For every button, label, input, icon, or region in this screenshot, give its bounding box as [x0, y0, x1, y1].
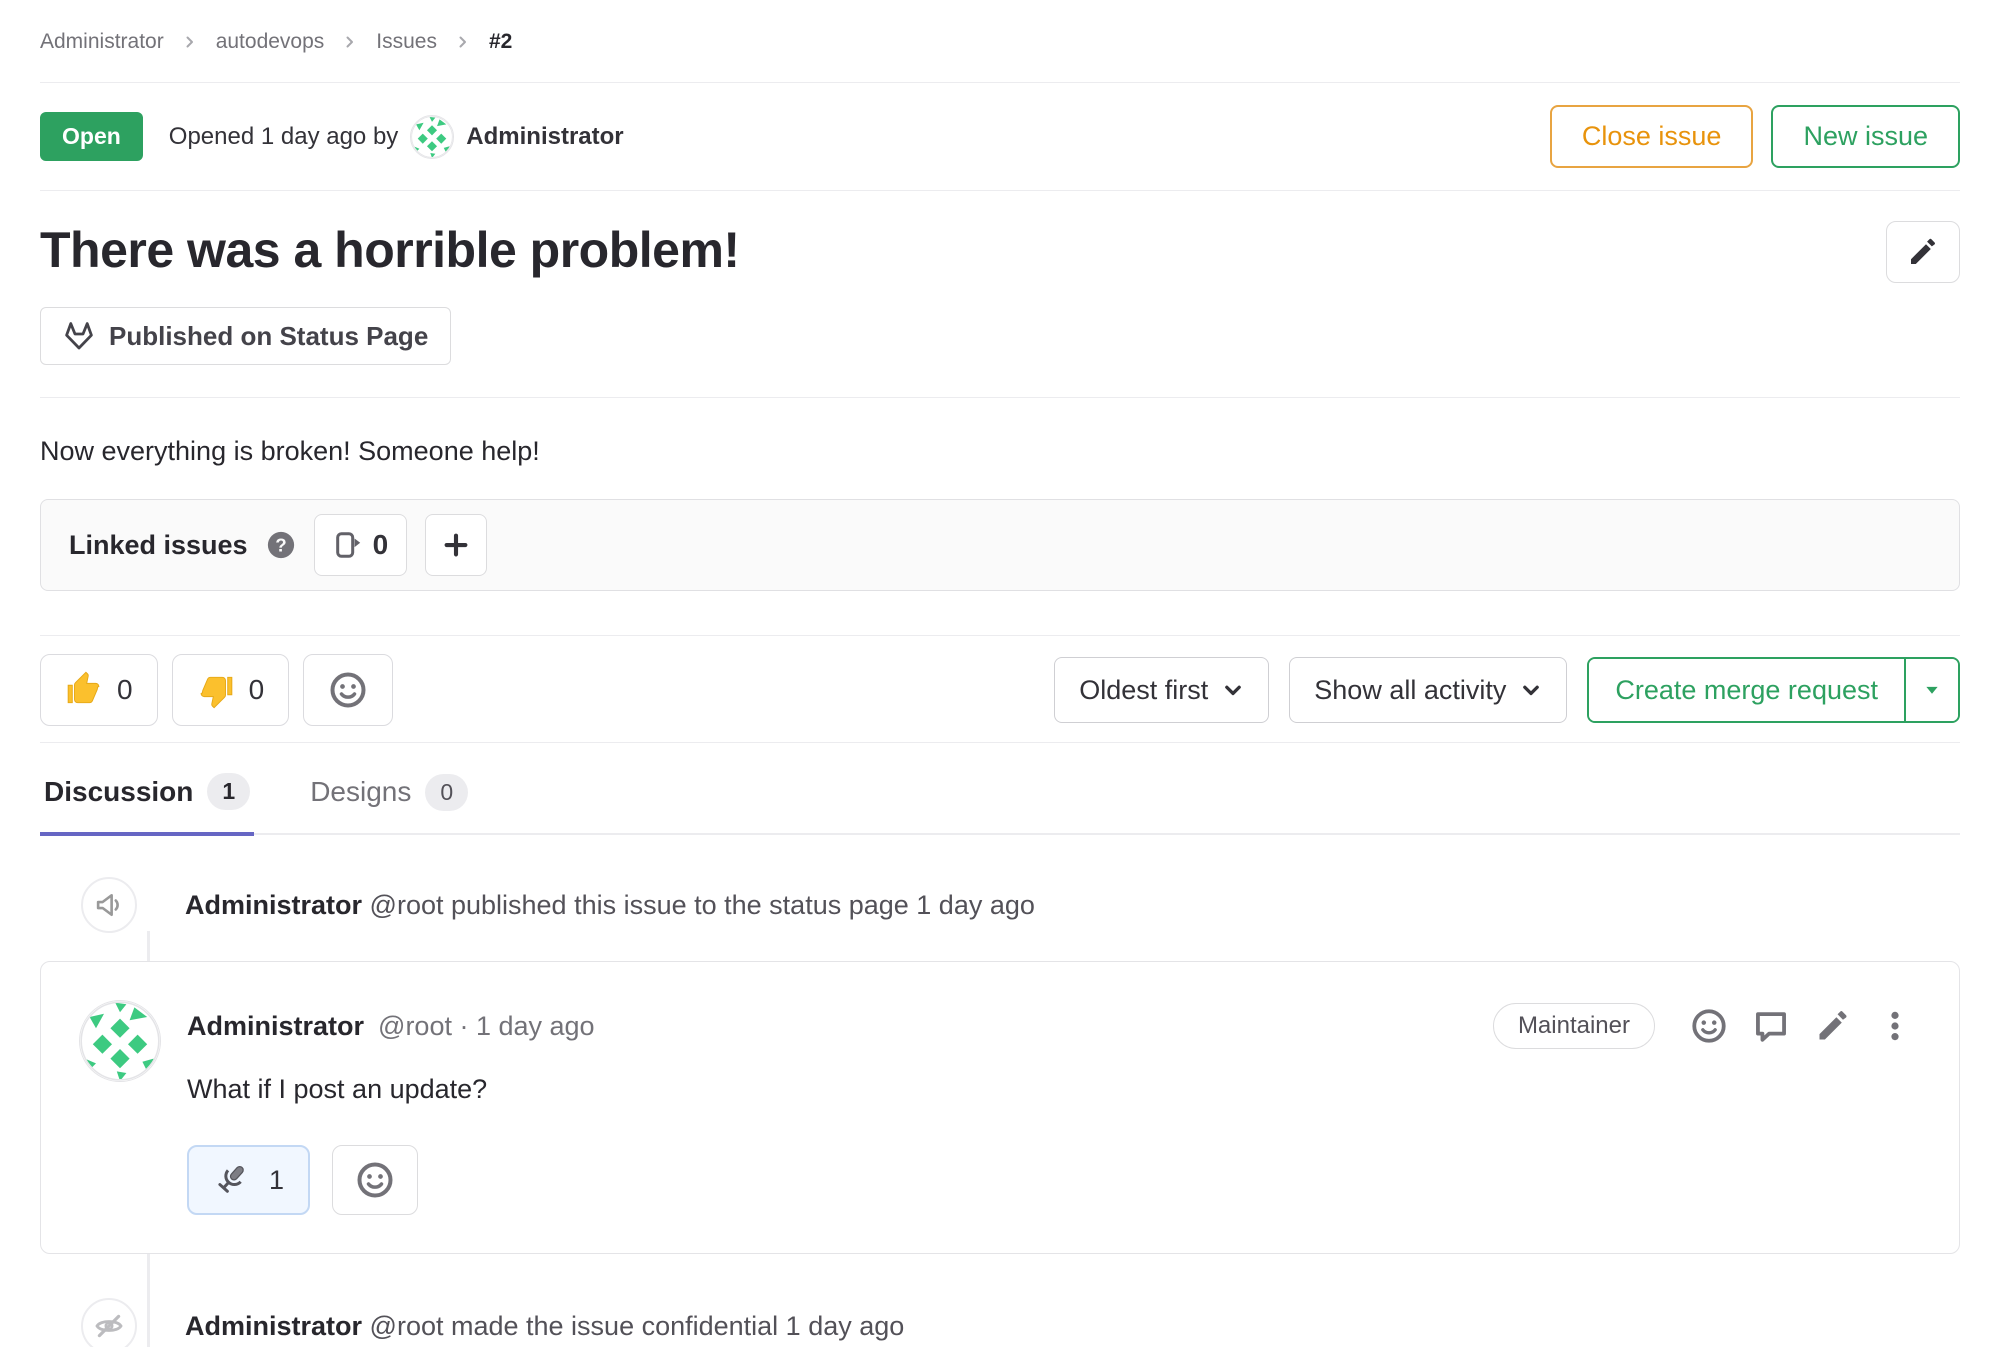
- breadcrumb-project[interactable]: autodevops: [216, 30, 325, 54]
- add-reaction-button[interactable]: [332, 1145, 418, 1215]
- chevron-down-icon: [1520, 679, 1542, 701]
- smiley-icon: [355, 1160, 395, 1200]
- issue-page: Administrator autodevops Issues #2 Open …: [0, 0, 2000, 1347]
- avatar[interactable]: [410, 115, 454, 159]
- chevron-right-icon: [342, 34, 358, 50]
- comment-bubble-icon: [1752, 1007, 1790, 1045]
- pencil-icon: [1815, 1008, 1851, 1044]
- system-note-author[interactable]: Administrator: [185, 890, 362, 920]
- linked-issues-panel: Linked issues ? 0: [40, 499, 1960, 591]
- tab-discussion[interactable]: Discussion 1: [40, 773, 254, 836]
- chevron-right-icon: [182, 34, 198, 50]
- smiley-icon: [1690, 1007, 1728, 1045]
- sort-dropdown-value: Oldest first: [1079, 675, 1208, 706]
- published-status-badge: Published on Status Page: [40, 307, 451, 365]
- comment-card: Administrator @root · 1 day ago Maintain…: [40, 961, 1960, 1254]
- issue-type-icon: [333, 530, 363, 560]
- linked-issues-count: 0: [373, 529, 389, 561]
- kebab-menu-icon: [1878, 1009, 1912, 1043]
- linked-issues-label: Linked issues: [69, 530, 248, 561]
- thumbs-up-count: 0: [117, 674, 133, 706]
- smiley-icon: [328, 670, 368, 710]
- edit-title-button[interactable]: [1886, 221, 1960, 283]
- system-note-body: @root made the issue confidential 1 day …: [370, 1311, 905, 1341]
- breadcrumb: Administrator autodevops Issues #2: [40, 0, 1960, 83]
- create-merge-request-caret-button[interactable]: [1904, 659, 1958, 721]
- role-badge: Maintainer: [1493, 1003, 1655, 1049]
- divider: [40, 397, 1960, 398]
- eye-slash-icon: [81, 1298, 137, 1347]
- microphone-reaction-button[interactable]: 1: [187, 1145, 310, 1215]
- edit-comment-button[interactable]: [1807, 1000, 1859, 1052]
- comment-author[interactable]: Administrator: [187, 1011, 364, 1042]
- microphone-icon: [213, 1160, 253, 1200]
- comment-header: Administrator @root · 1 day ago Maintain…: [187, 1000, 1921, 1052]
- pencil-icon: [1907, 236, 1939, 268]
- close-issue-button[interactable]: Close issue: [1550, 105, 1754, 168]
- tanuki-icon: [63, 320, 95, 352]
- tab-designs-label: Designs: [310, 776, 411, 808]
- reply-quote-button[interactable]: [1745, 1000, 1797, 1052]
- system-note-body: @root published this issue to the status…: [370, 890, 1035, 920]
- thumbs-up-award-button[interactable]: 0: [40, 654, 158, 726]
- create-merge-request-split-button: Create merge request: [1587, 657, 1960, 723]
- add-award-emoji-button[interactable]: [303, 654, 393, 726]
- thumbs-up-icon: [65, 671, 103, 709]
- activity-filter-dropdown[interactable]: Show all activity: [1289, 657, 1567, 723]
- opened-meta: Opened 1 day ago by Administrator: [169, 115, 624, 159]
- issue-title: There was a horrible problem!: [40, 221, 740, 279]
- linked-issues-count-button[interactable]: 0: [314, 514, 408, 576]
- award-toolbar: 0 0 Oldest first Show all activity: [40, 636, 1960, 743]
- opened-author[interactable]: Administrator: [466, 123, 623, 151]
- breadcrumb-issue-number: #2: [489, 30, 512, 54]
- create-merge-request-button[interactable]: Create merge request: [1589, 659, 1904, 721]
- more-actions-button[interactable]: [1869, 1000, 1921, 1052]
- system-note-published: Administrator @root published this issue…: [40, 835, 1960, 933]
- plus-icon: [441, 530, 471, 560]
- chevron-down-icon: [1222, 679, 1244, 701]
- tab-discussion-count: 1: [207, 773, 250, 810]
- help-icon[interactable]: ?: [266, 530, 296, 560]
- discussion-timeline: Administrator @root published this issue…: [40, 835, 1960, 1347]
- system-note-confidential: Administrator @root made the issue confi…: [40, 1254, 1960, 1347]
- thumbs-down-award-button[interactable]: 0: [172, 654, 290, 726]
- svg-text:?: ?: [275, 534, 286, 555]
- issue-description: Now everything is broken! Someone help!: [40, 436, 1960, 467]
- caret-down-icon: [1922, 680, 1942, 700]
- tab-designs[interactable]: Designs 0: [306, 773, 472, 833]
- issue-status-bar: Open Opened 1 day ago by Administrator: [40, 83, 1960, 191]
- breadcrumb-group[interactable]: Administrator: [40, 30, 164, 54]
- add-linked-issue-button[interactable]: [425, 514, 487, 576]
- system-note-text: Administrator @root published this issue…: [185, 890, 1035, 921]
- sort-dropdown[interactable]: Oldest first: [1054, 657, 1269, 723]
- thumbs-down-icon: [197, 671, 235, 709]
- add-reaction-button[interactable]: [1683, 1000, 1735, 1052]
- thumbs-down-count: 0: [249, 674, 265, 706]
- comment-body: What if I post an update?: [187, 1074, 1921, 1105]
- megaphone-icon: [81, 877, 137, 933]
- published-badge-label: Published on Status Page: [109, 321, 428, 352]
- new-issue-button[interactable]: New issue: [1771, 105, 1960, 168]
- reaction-row: 1: [187, 1145, 1921, 1215]
- discussion-tabs: Discussion 1 Designs 0: [40, 743, 1960, 835]
- system-note-text: Administrator @root made the issue confi…: [185, 1311, 904, 1342]
- activity-filter-value: Show all activity: [1314, 675, 1506, 706]
- microphone-reaction-count: 1: [269, 1165, 284, 1196]
- comment-meta: @root · 1 day ago: [378, 1011, 595, 1042]
- avatar[interactable]: [79, 1000, 161, 1082]
- status-badge: Open: [40, 112, 143, 161]
- opened-text: Opened 1 day ago by: [169, 123, 399, 151]
- system-note-author[interactable]: Administrator: [185, 1311, 362, 1341]
- breadcrumb-issues[interactable]: Issues: [376, 30, 437, 54]
- tab-discussion-label: Discussion: [44, 776, 193, 808]
- chevron-right-icon: [455, 34, 471, 50]
- tab-designs-count: 0: [425, 774, 468, 811]
